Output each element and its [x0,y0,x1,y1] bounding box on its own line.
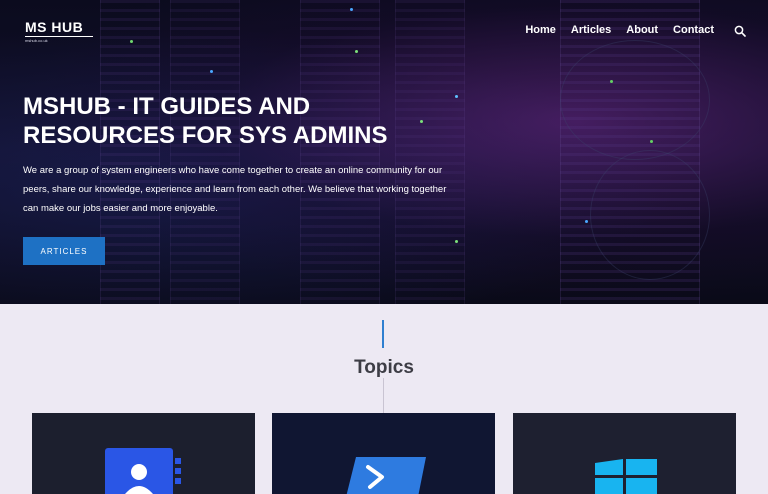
hero-banner: MS HUB mshub.co.uk Home Articles About C… [0,0,768,304]
topic-card-contacts[interactable] [32,413,255,494]
brand-name: MS HUB [25,19,84,35]
hero-title-line-2: RESOURCES FOR SYS ADMINS [23,122,388,149]
brand-subtitle: mshub.co.uk [25,38,48,43]
contacts-book-icon [105,448,185,494]
background-rack [300,0,380,304]
background-led [455,240,458,243]
search-icon[interactable] [734,24,746,37]
background-rack [100,0,160,304]
hero-description: We are a group of system engineers who h… [23,165,447,214]
nav-item-home[interactable]: Home [525,23,556,37]
background-led [355,50,358,53]
nav-item-articles[interactable]: Articles [571,23,611,37]
background-cable [560,40,710,160]
topic-card-powershell[interactable] [272,413,495,494]
background-led [350,8,353,11]
background-cable [590,150,710,280]
section-divider-line [383,378,384,414]
hero-title: MSHUB - IT GUIDES AND RESOURCES FOR SYS … [23,92,483,150]
background-led [585,220,588,223]
nav-item-about[interactable]: About [626,23,658,37]
brand-logo[interactable]: MS HUB mshub.co.uk [25,19,95,43]
background-led [650,140,653,143]
background-led [610,80,613,83]
background-rack [170,0,240,304]
topics-title: Topics [354,357,414,378]
topic-card-windows[interactable] [513,413,736,494]
background-rack [395,0,465,304]
hero-title-line-1: MSHUB - IT GUIDES AND [23,93,311,120]
powershell-icon [346,457,426,494]
brand-divider [25,36,93,37]
background-led [130,40,133,43]
background-led [210,70,213,73]
nav-item-contact[interactable]: Contact [673,23,714,37]
main-nav: Home Articles About Contact [510,23,746,37]
windows-logo-icon [595,455,657,494]
section-accent-line [382,320,384,348]
articles-button[interactable]: ARTICLES [23,237,105,265]
